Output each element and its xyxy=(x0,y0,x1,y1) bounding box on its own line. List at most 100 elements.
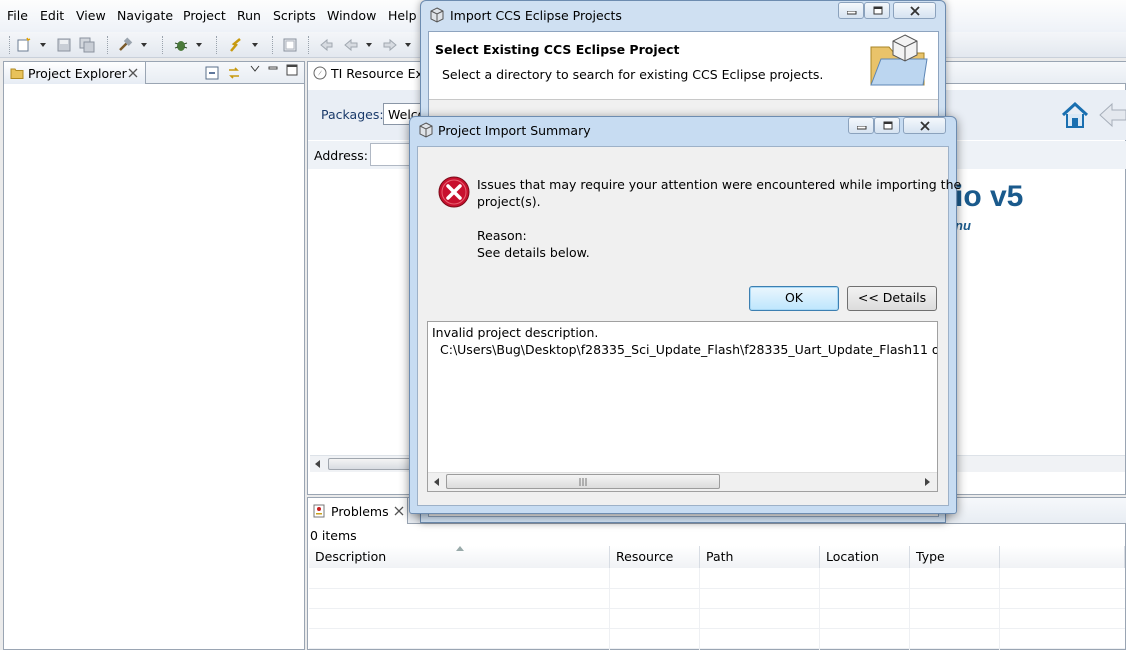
column-description[interactable]: Description xyxy=(309,546,610,568)
problems-title: Problems xyxy=(331,504,389,519)
toolbar-separator xyxy=(162,36,163,54)
toolbar-separator xyxy=(272,36,273,54)
build-dropdown-arrow[interactable] xyxy=(141,43,147,47)
forward-icon[interactable] xyxy=(382,37,398,53)
product-banner-title: io v5 xyxy=(955,180,1024,213)
menu-navigate[interactable]: Navigate xyxy=(117,8,173,23)
maximize-icon xyxy=(873,6,883,15)
menu-view[interactable]: View xyxy=(76,8,106,23)
column-location[interactable]: Location xyxy=(820,546,910,568)
summary-message-line1: Issues that may require your attention w… xyxy=(477,177,962,192)
sort-ascending-icon xyxy=(456,546,464,551)
console-icon[interactable] xyxy=(282,37,298,53)
menu-project[interactable]: Project xyxy=(183,8,226,23)
project-explorer-panel xyxy=(3,61,305,650)
minimize-icon xyxy=(847,11,857,15)
close-icon xyxy=(920,121,930,131)
save-icon[interactable] xyxy=(56,37,72,53)
minimize-icon xyxy=(857,126,867,130)
forward-dropdown-arrow[interactable] xyxy=(405,43,411,47)
folder-icon xyxy=(10,68,24,79)
scroll-right-icon[interactable] xyxy=(924,478,930,486)
folder-import-icon xyxy=(870,34,928,86)
back-arrow-icon[interactable] xyxy=(1098,102,1126,128)
column-path-label: Path xyxy=(706,549,734,564)
home-icon[interactable] xyxy=(1060,100,1090,130)
import-close-button[interactable] xyxy=(893,2,936,19)
table-row xyxy=(309,609,1125,629)
error-icon xyxy=(438,176,470,208)
column-location-label: Location xyxy=(826,549,879,564)
column-path[interactable]: Path xyxy=(700,546,820,568)
table-row xyxy=(309,569,1125,589)
debug-dropdown-arrow[interactable] xyxy=(196,43,202,47)
back-dropdown-arrow[interactable] xyxy=(366,43,372,47)
packages-label: Packages: xyxy=(321,107,384,122)
table-row xyxy=(309,589,1125,609)
column-type-label: Type xyxy=(916,549,945,564)
details-button[interactable]: << Details xyxy=(847,286,937,311)
import-maximize-button[interactable] xyxy=(864,2,890,19)
problems-count: 0 items xyxy=(310,528,357,543)
eclipse-app-icon xyxy=(430,7,444,23)
view-menu-icon[interactable] xyxy=(250,65,260,73)
eclipse-app-icon xyxy=(419,122,433,138)
debug-icon[interactable] xyxy=(173,37,189,53)
scroll-left-icon[interactable] xyxy=(314,460,322,468)
ok-button[interactable]: OK xyxy=(749,286,839,311)
details-line2: C:\Users\Bug\Desktop\f28335_Sci_Update_F… xyxy=(440,342,938,357)
menu-run[interactable]: Run xyxy=(237,8,261,23)
close-icon xyxy=(910,6,920,16)
address-label: Address: xyxy=(314,148,368,163)
column-filler xyxy=(1000,546,1125,568)
back-icon[interactable] xyxy=(343,37,359,53)
column-description-label: Description xyxy=(315,549,387,564)
save-all-icon[interactable] xyxy=(79,37,95,53)
summary-minimize-button[interactable] xyxy=(848,117,874,134)
menu-window[interactable]: Window xyxy=(327,8,376,23)
new-dropdown-arrow[interactable] xyxy=(40,43,46,47)
toolbar-separator xyxy=(9,36,10,54)
minimize-icon[interactable] xyxy=(268,65,278,73)
toolbar-separator xyxy=(308,36,309,54)
column-divider xyxy=(819,568,820,650)
flash-dropdown-arrow[interactable] xyxy=(252,43,258,47)
project-explorer-tab[interactable]: Project Explorer xyxy=(4,62,146,84)
close-icon[interactable] xyxy=(394,506,404,516)
problems-icon xyxy=(313,504,325,518)
import-dialog-subheading: Select a directory to search for existin… xyxy=(442,67,824,82)
build-icon[interactable] xyxy=(117,37,133,53)
ti-resource-title: TI Resource Exp xyxy=(331,66,431,81)
toolbar-separator xyxy=(107,36,108,54)
toolbar-separator xyxy=(216,36,217,54)
column-resource[interactable]: Resource xyxy=(610,546,700,568)
new-icon[interactable] xyxy=(16,37,32,53)
summary-close-button[interactable] xyxy=(903,117,946,134)
column-divider xyxy=(909,568,910,650)
ti-resource-tab[interactable]: TI Resource Exp xyxy=(308,62,431,84)
last-edit-icon[interactable] xyxy=(318,37,334,53)
problems-tab[interactable]: Problems xyxy=(308,498,408,524)
column-divider xyxy=(999,568,1000,650)
collapse-all-icon[interactable] xyxy=(205,66,219,80)
compass-icon xyxy=(313,66,327,80)
menu-edit[interactable]: Edit xyxy=(40,8,64,23)
table-row xyxy=(309,629,1125,649)
column-divider xyxy=(699,568,700,650)
import-dialog-title: Import CCS Eclipse Projects xyxy=(450,8,622,23)
maximize-icon[interactable] xyxy=(286,64,298,76)
column-type[interactable]: Type xyxy=(910,546,1000,568)
menu-scripts[interactable]: Scripts xyxy=(273,8,316,23)
scroll-left-icon[interactable] xyxy=(434,478,440,486)
close-icon[interactable] xyxy=(128,68,138,78)
menu-help[interactable]: Help xyxy=(388,8,417,23)
details-scroll-thumb[interactable] xyxy=(446,474,720,489)
menu-file[interactable]: File xyxy=(7,8,28,23)
link-with-editor-icon[interactable] xyxy=(227,66,241,80)
import-dialog-banner: Select Existing CCS Eclipse Project Sele… xyxy=(429,32,938,100)
details-text-area[interactable]: Invalid project description. C:\Users\Bu… xyxy=(427,321,938,492)
import-minimize-button[interactable] xyxy=(838,2,864,19)
details-line1: Invalid project description. xyxy=(432,325,599,340)
flash-icon[interactable] xyxy=(228,37,244,53)
summary-maximize-button[interactable] xyxy=(874,117,900,134)
